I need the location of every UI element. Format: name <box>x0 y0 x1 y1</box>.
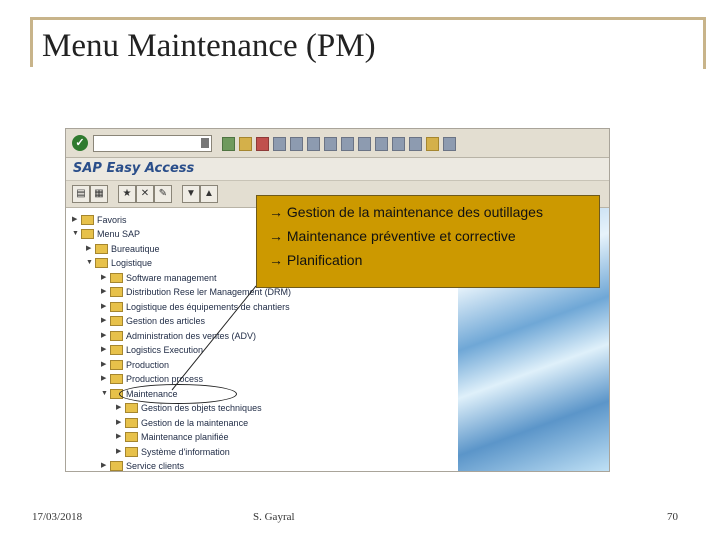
tree-item-gestion-articles[interactable]: ▶ Gestion des articles <box>101 314 205 328</box>
folder-icon <box>110 316 123 326</box>
folder-icon <box>125 447 138 457</box>
tree-item-logistics-execution[interactable]: ▶ Logistics Execution <box>101 343 203 357</box>
previous-page-icon[interactable] <box>341 136 354 151</box>
expand-arrow-icon[interactable]: ▶ <box>101 372 109 386</box>
tree-item-service-clients[interactable]: ▶ Service clients <box>101 459 184 471</box>
sap-menu-icon[interactable]: ▦ <box>90 185 108 203</box>
sap-window-title: SAP Easy Access <box>73 161 195 176</box>
slide-title: Menu Maintenance (PM) <box>42 28 376 64</box>
toolbar-icon-group <box>222 135 460 151</box>
expand-arrow-icon[interactable]: ▶ <box>101 343 109 357</box>
folder-icon <box>110 302 123 312</box>
folder-icon <box>125 418 138 428</box>
user-menu-icon[interactable]: ▤ <box>72 185 90 203</box>
folder-icon <box>110 461 123 471</box>
expand-arrow-icon[interactable]: ▶ <box>116 430 124 444</box>
tree-item-bureautique[interactable]: ▶ Bureautique <box>86 242 160 256</box>
folder-icon <box>110 331 123 341</box>
tree-item-systeme-information[interactable]: ▶ Système d'information <box>116 445 230 459</box>
expand-arrow-icon[interactable]: ▶ <box>101 459 109 471</box>
move-down-icon[interactable]: ▼ <box>182 185 200 203</box>
expand-arrow-icon[interactable]: ▶ <box>101 300 109 314</box>
enter-check-icon[interactable]: ✓ <box>72 135 88 151</box>
folder-icon <box>125 432 138 442</box>
footer-page-number: 70 <box>667 511 678 523</box>
first-page-icon[interactable] <box>324 136 337 151</box>
right-arrow-icon: → <box>269 204 283 220</box>
folder-icon <box>95 258 108 268</box>
new-session-icon[interactable] <box>392 136 405 151</box>
frame-top-border <box>30 17 706 20</box>
expand-arrow-icon[interactable]: ▶ <box>72 213 80 227</box>
collapse-arrow-icon[interactable]: ▼ <box>72 227 80 241</box>
command-history-icon[interactable] <box>201 138 209 148</box>
find-icon[interactable] <box>290 136 303 151</box>
find-next-icon[interactable] <box>307 136 320 151</box>
folder-icon <box>110 287 123 297</box>
last-page-icon[interactable] <box>375 136 388 151</box>
collapse-arrow-icon[interactable]: ▼ <box>101 387 109 401</box>
tree-item-favoris[interactable]: ▶ Favoris <box>72 213 127 227</box>
expand-arrow-icon[interactable]: ▶ <box>101 358 109 372</box>
expand-arrow-icon[interactable]: ▶ <box>101 271 109 285</box>
back-icon[interactable] <box>222 136 235 151</box>
expand-arrow-icon[interactable]: ▶ <box>116 416 124 430</box>
folder-icon <box>110 374 123 384</box>
right-arrow-icon: → <box>269 228 283 244</box>
layout-menu-icon[interactable] <box>443 136 456 151</box>
help-icon[interactable] <box>426 136 439 151</box>
footer-author: S. Gayral <box>253 511 295 523</box>
folder-icon <box>95 244 108 254</box>
expand-arrow-icon[interactable]: ▶ <box>101 285 109 299</box>
folder-icon <box>110 360 123 370</box>
frame-right-border <box>703 17 706 69</box>
exit-icon[interactable] <box>239 136 252 151</box>
footer-date: 17/03/2018 <box>32 511 83 523</box>
sap-system-toolbar: ✓ <box>66 129 609 158</box>
right-arrow-icon: → <box>269 252 283 268</box>
expand-arrow-icon[interactable]: ▶ <box>101 314 109 328</box>
folder-icon <box>110 273 123 283</box>
maintenance-highlight-ring <box>119 384 237 404</box>
tree-item-logistique[interactable]: ▼ Logistique <box>86 256 152 270</box>
sap-screenshot: ✓ SAP Easy Access ▤ ▦ ★ ✕ ✎ ▼ ▲ ▶ Favoris… <box>65 128 610 472</box>
callout-line-2: → Maintenance préventive et corrective <box>269 228 516 244</box>
expand-arrow-icon[interactable]: ▶ <box>116 401 124 415</box>
favorites-delete-icon[interactable]: ✕ <box>136 185 154 203</box>
tree-item-menu-sap[interactable]: ▼ Menu SAP <box>72 227 140 241</box>
folder-icon <box>110 345 123 355</box>
tree-item-software-management[interactable]: ▶ Software management <box>101 271 217 285</box>
callout-box: → Gestion de la maintenance des outillag… <box>256 195 600 288</box>
folder-icon <box>125 403 138 413</box>
tree-item-production[interactable]: ▶ Production <box>101 358 169 372</box>
sap-title-bar: SAP Easy Access <box>66 158 609 181</box>
next-page-icon[interactable] <box>358 136 371 151</box>
tree-item-gestion-maintenance[interactable]: ▶ Gestion de la maintenance <box>116 416 248 430</box>
print-icon[interactable] <box>273 136 286 151</box>
folder-icon <box>81 229 94 239</box>
expand-arrow-icon[interactable]: ▶ <box>86 242 94 256</box>
favorites-add-icon[interactable]: ★ <box>118 185 136 203</box>
callout-line-1: → Gestion de la maintenance des outillag… <box>269 204 543 220</box>
shortcut-icon[interactable] <box>409 136 422 151</box>
move-up-icon[interactable]: ▲ <box>200 185 218 203</box>
expand-arrow-icon[interactable]: ▶ <box>101 329 109 343</box>
callout-line-3: → Planification <box>269 252 363 268</box>
cancel-icon[interactable] <box>256 136 269 151</box>
tree-item-logistique-equipements[interactable]: ▶ Logistique des équipements de chantiers <box>101 300 290 314</box>
favorites-change-icon[interactable]: ✎ <box>154 185 172 203</box>
command-field[interactable] <box>93 135 212 152</box>
folder-icon <box>81 215 94 225</box>
tree-item-adv[interactable]: ▶ Administration des ventes (ADV) <box>101 329 256 343</box>
tree-item-maintenance-planifiee[interactable]: ▶ Maintenance planifiée <box>116 430 229 444</box>
expand-arrow-icon[interactable]: ▶ <box>116 445 124 459</box>
frame-left-border <box>30 17 33 67</box>
collapse-arrow-icon[interactable]: ▼ <box>86 256 94 270</box>
